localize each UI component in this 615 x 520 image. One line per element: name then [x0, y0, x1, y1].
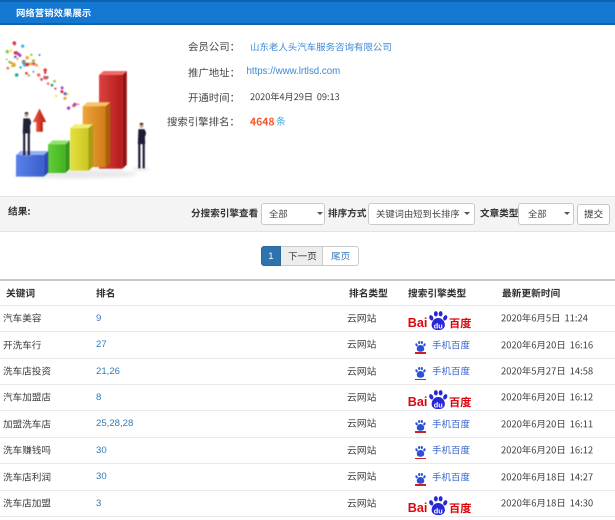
svg-text:du: du	[434, 321, 443, 330]
svg-text:du: du	[434, 400, 443, 409]
svg-text:du: du	[434, 506, 443, 515]
